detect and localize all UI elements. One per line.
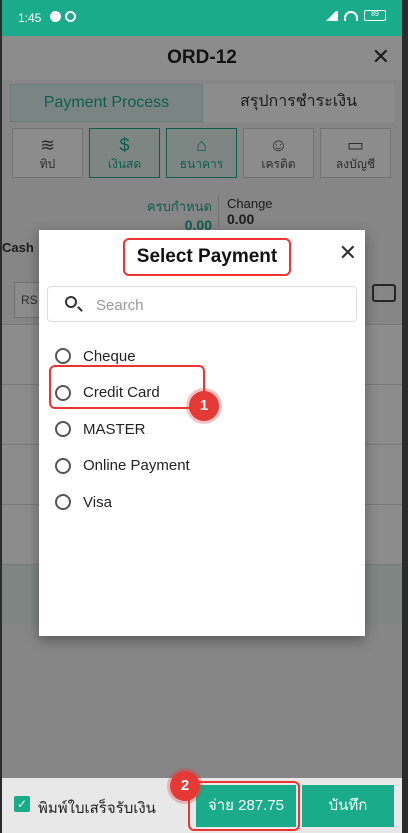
bottom-bar: ✓ พิมพ์ใบเสร็จรับเงิน จ่าย 287.75 บันทึก (2, 778, 402, 833)
select-payment-dialog: Select Payment ✕ Cheque Credit Card MAST… (39, 230, 365, 636)
search-icon (65, 296, 77, 308)
messenger-icon (50, 11, 61, 22)
search-box (47, 286, 357, 322)
step-badge-1: 1 (189, 391, 219, 421)
highlight-pay-button (188, 781, 300, 831)
option-visa[interactable]: Visa (55, 484, 355, 521)
signal-icon (324, 10, 338, 21)
battery-icon: 89 (364, 10, 386, 21)
option-label: Visa (83, 493, 112, 511)
step-badge-2: 2 (170, 771, 200, 801)
status-time: 1:45 (18, 11, 42, 25)
search-input[interactable] (96, 293, 346, 317)
option-online-payment[interactable]: Online Payment (55, 448, 355, 485)
save-button[interactable]: บันทึก (302, 785, 394, 827)
dialog-title: Select Payment (123, 238, 291, 276)
dialog-close-icon[interactable]: ✕ (339, 240, 357, 266)
radio-icon[interactable] (55, 494, 71, 511)
wifi-icon (344, 10, 358, 21)
print-receipt-checkbox[interactable]: ✓ (14, 796, 30, 812)
whatsapp-icon (65, 11, 76, 22)
option-label: Cheque (83, 347, 136, 365)
app-screen: 1:45 89 ORD-12 ✕ Payment Process สรุปการ… (2, 0, 402, 833)
radio-icon[interactable] (55, 348, 71, 365)
highlight-credit-card (49, 365, 205, 409)
status-bar: 1:45 89 (2, 0, 402, 36)
print-receipt-label: พิมพ์ใบเสร็จรับเงิน (38, 800, 156, 817)
radio-icon[interactable] (55, 457, 71, 474)
option-label: Online Payment (83, 457, 190, 475)
option-label: MASTER (83, 420, 146, 438)
radio-icon[interactable] (55, 421, 71, 438)
